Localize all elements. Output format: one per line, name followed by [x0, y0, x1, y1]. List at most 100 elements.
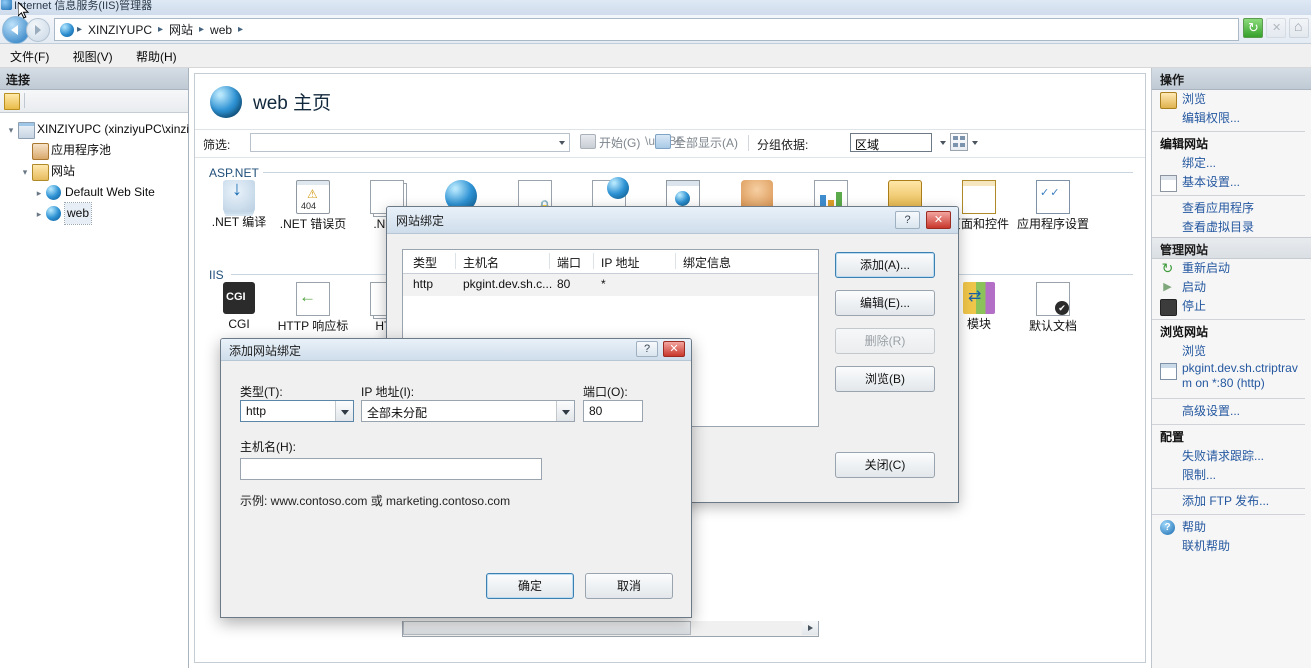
- action-item-21[interactable]: 失败请求跟踪...: [1152, 447, 1311, 466]
- menu-item-help[interactable]: 帮助(H): [126, 44, 187, 69]
- chevron-down-icon[interactable]: [940, 141, 946, 145]
- close-icon[interactable]: ✕: [663, 341, 685, 357]
- page-title: web 主页: [253, 93, 332, 114]
- action-item-8[interactable]: 查看虚拟目录: [1152, 218, 1311, 237]
- connections-toolbar: [0, 90, 188, 113]
- expander-icon[interactable]: ▸: [34, 188, 44, 198]
- hostname-input[interactable]: [240, 458, 542, 480]
- actions-divider: [1152, 131, 1305, 132]
- add-binding-button[interactable]: 添加(A)...: [835, 252, 935, 278]
- port-input[interactable]: 80: [583, 400, 643, 422]
- home-icon[interactable]: [1289, 18, 1309, 38]
- action-item-18[interactable]: 高级设置...: [1152, 402, 1311, 421]
- action-item-4[interactable]: 绑定...: [1152, 154, 1311, 173]
- type-select-value: http: [246, 404, 267, 418]
- tree-item-1[interactable]: 应用程序池: [0, 140, 188, 161]
- feature-icon-cgi-icon[interactable]: CGI: [197, 282, 281, 331]
- feature-icon-label: CGI: [228, 317, 250, 331]
- chevron-down-icon: [559, 141, 565, 145]
- breadcrumb-item-web[interactable]: web: [207, 23, 235, 37]
- expander-icon[interactable]: ▾: [20, 167, 30, 177]
- scroll-right-icon[interactable]: [802, 621, 818, 635]
- feature-icon-label: HTTP 响应标: [277, 319, 349, 333]
- action-item-label: 帮助: [1182, 520, 1207, 534]
- hostname-label: 主机名(H):: [240, 440, 296, 454]
- column-header-bindinginfo[interactable]: 绑定信息: [683, 254, 731, 271]
- tree-item-4[interactable]: ▸ web: [0, 202, 188, 225]
- action-item-24[interactable]: 添加 FTP 发布...: [1152, 492, 1311, 511]
- action-item-1[interactable]: 编辑权限...: [1152, 109, 1311, 128]
- column-header-ip[interactable]: IP 地址: [601, 254, 639, 271]
- expander-icon[interactable]: [20, 146, 30, 156]
- help-icon[interactable]: ?: [636, 341, 658, 357]
- type-select[interactable]: http: [240, 400, 354, 422]
- action-item-10[interactable]: ↻ 重新启动: [1152, 259, 1311, 278]
- action-item-5[interactable]: 基本设置...: [1152, 173, 1311, 192]
- filter-input[interactable]: [250, 133, 570, 152]
- action-item-0[interactable]: 浏览: [1152, 90, 1311, 109]
- binoculars-icon: [580, 134, 596, 149]
- start-filter-button[interactable]: 开始(G): [580, 134, 640, 151]
- close-icon[interactable]: ✕: [926, 211, 951, 229]
- save-connections-icon[interactable]: [4, 93, 20, 110]
- bindings-horizontal-scrollbar[interactable]: [402, 621, 819, 637]
- page-header: web 主页: [195, 74, 1145, 130]
- menu-item-view[interactable]: 视图(V): [63, 44, 123, 69]
- feature-icon-application-settings-icon[interactable]: 应用程序设置: [1011, 180, 1095, 231]
- close-bindings-button[interactable]: 关闭(C): [835, 452, 935, 478]
- breadcrumb-address-bar[interactable]: XINZIYUPC 网站 web: [54, 18, 1239, 41]
- actions-list: 浏览 编辑权限... 编辑网站 绑定... 基本设置... 查看应用程序 查看虚拟目录 管理网…: [1152, 90, 1311, 556]
- site-bindings-title-bar[interactable]: 网站绑定 ? ✕: [387, 207, 958, 234]
- refresh-icon[interactable]: [1243, 18, 1263, 38]
- help-icon[interactable]: ?: [895, 211, 920, 229]
- feature-icon-dotnet-error-pages-icon[interactable]: .NET 错误页: [271, 180, 355, 231]
- action-item-16[interactable]: pkgint.dev.sh.ctriptrav m on *:80 (http): [1152, 361, 1311, 395]
- feature-icon-default-document-icon[interactable]: 默认文档: [1011, 282, 1095, 333]
- cancel-button[interactable]: 取消: [585, 573, 673, 599]
- action-item-20: 配置: [1152, 428, 1311, 447]
- action-item-12[interactable]: 停止: [1152, 297, 1311, 316]
- site-bindings-title: 网站绑定: [396, 214, 445, 228]
- add-binding-title-bar[interactable]: 添加网站绑定 ? ✕: [221, 339, 691, 361]
- tree-item-0[interactable]: ▾ XINZIYUPC (xinziyuPC\xinzi: [0, 119, 189, 140]
- column-header-type[interactable]: 类型: [413, 254, 437, 271]
- tree-item-2[interactable]: ▾ 网站: [0, 161, 188, 182]
- table-row[interactable]: http pkgint.dev.sh.c... 80 *: [403, 274, 818, 296]
- feature-icon-http-response-headers-icon[interactable]: HTTP 响应标: [271, 282, 355, 333]
- action-item-7[interactable]: 查看应用程序: [1152, 199, 1311, 218]
- action-item-26[interactable]: ? 帮助: [1152, 518, 1311, 537]
- action-item-27[interactable]: 联机帮助: [1152, 537, 1311, 556]
- feature-icon-dotnet-compile-icon[interactable]: .NET 编译: [197, 178, 281, 229]
- tree-item-3[interactable]: ▸ Default Web Site: [0, 182, 188, 203]
- ok-button[interactable]: 确定: [486, 573, 574, 599]
- breadcrumb-item-server[interactable]: XINZIYUPC: [85, 23, 155, 37]
- connections-tree[interactable]: ▾ XINZIYUPC (xinziyuPC\xinzi 应用程序池 ▾ 网站 ▸ Defa…: [0, 113, 189, 225]
- tree-item-label: Default Web Site: [65, 185, 155, 199]
- chevron-down-icon[interactable]: [556, 401, 574, 421]
- ip-address-select[interactable]: 全部未分配: [361, 400, 575, 422]
- action-item-label: 浏览: [1182, 344, 1207, 358]
- column-header-port[interactable]: 端口: [557, 254, 581, 271]
- action-item-15[interactable]: 浏览: [1152, 342, 1311, 361]
- groupby-select[interactable]: 区域: [850, 133, 932, 152]
- breadcrumb-separator: [235, 24, 246, 35]
- forward-button[interactable]: [26, 18, 50, 42]
- browse-binding-button[interactable]: 浏览(B): [835, 366, 935, 392]
- show-all-button[interactable]: 全部显示(A): [655, 134, 738, 151]
- chevron-down-icon[interactable]: [972, 141, 978, 145]
- scrollbar-thumb[interactable]: [403, 621, 691, 635]
- chevron-down-icon[interactable]: [335, 401, 353, 421]
- menu-item-file[interactable]: 文件(F): [0, 44, 59, 69]
- column-header-hostname[interactable]: 主机名: [463, 254, 499, 271]
- breadcrumb-separator: [155, 24, 166, 35]
- expander-icon[interactable]: ▸: [34, 209, 44, 219]
- action-item-11[interactable]: ▶ 启动: [1152, 278, 1311, 297]
- edit-binding-button[interactable]: 编辑(E)...: [835, 290, 935, 316]
- action-item-22[interactable]: 限制...: [1152, 466, 1311, 485]
- stop-icon[interactable]: [1266, 18, 1286, 38]
- action-item-label-2: m on *:80 (http): [1182, 376, 1265, 390]
- expander-icon[interactable]: ▾: [6, 125, 16, 135]
- view-mode-button[interactable]: [950, 133, 968, 151]
- breadcrumb-item-sites[interactable]: 网站: [166, 21, 196, 38]
- add-binding-title: 添加网站绑定: [229, 344, 302, 358]
